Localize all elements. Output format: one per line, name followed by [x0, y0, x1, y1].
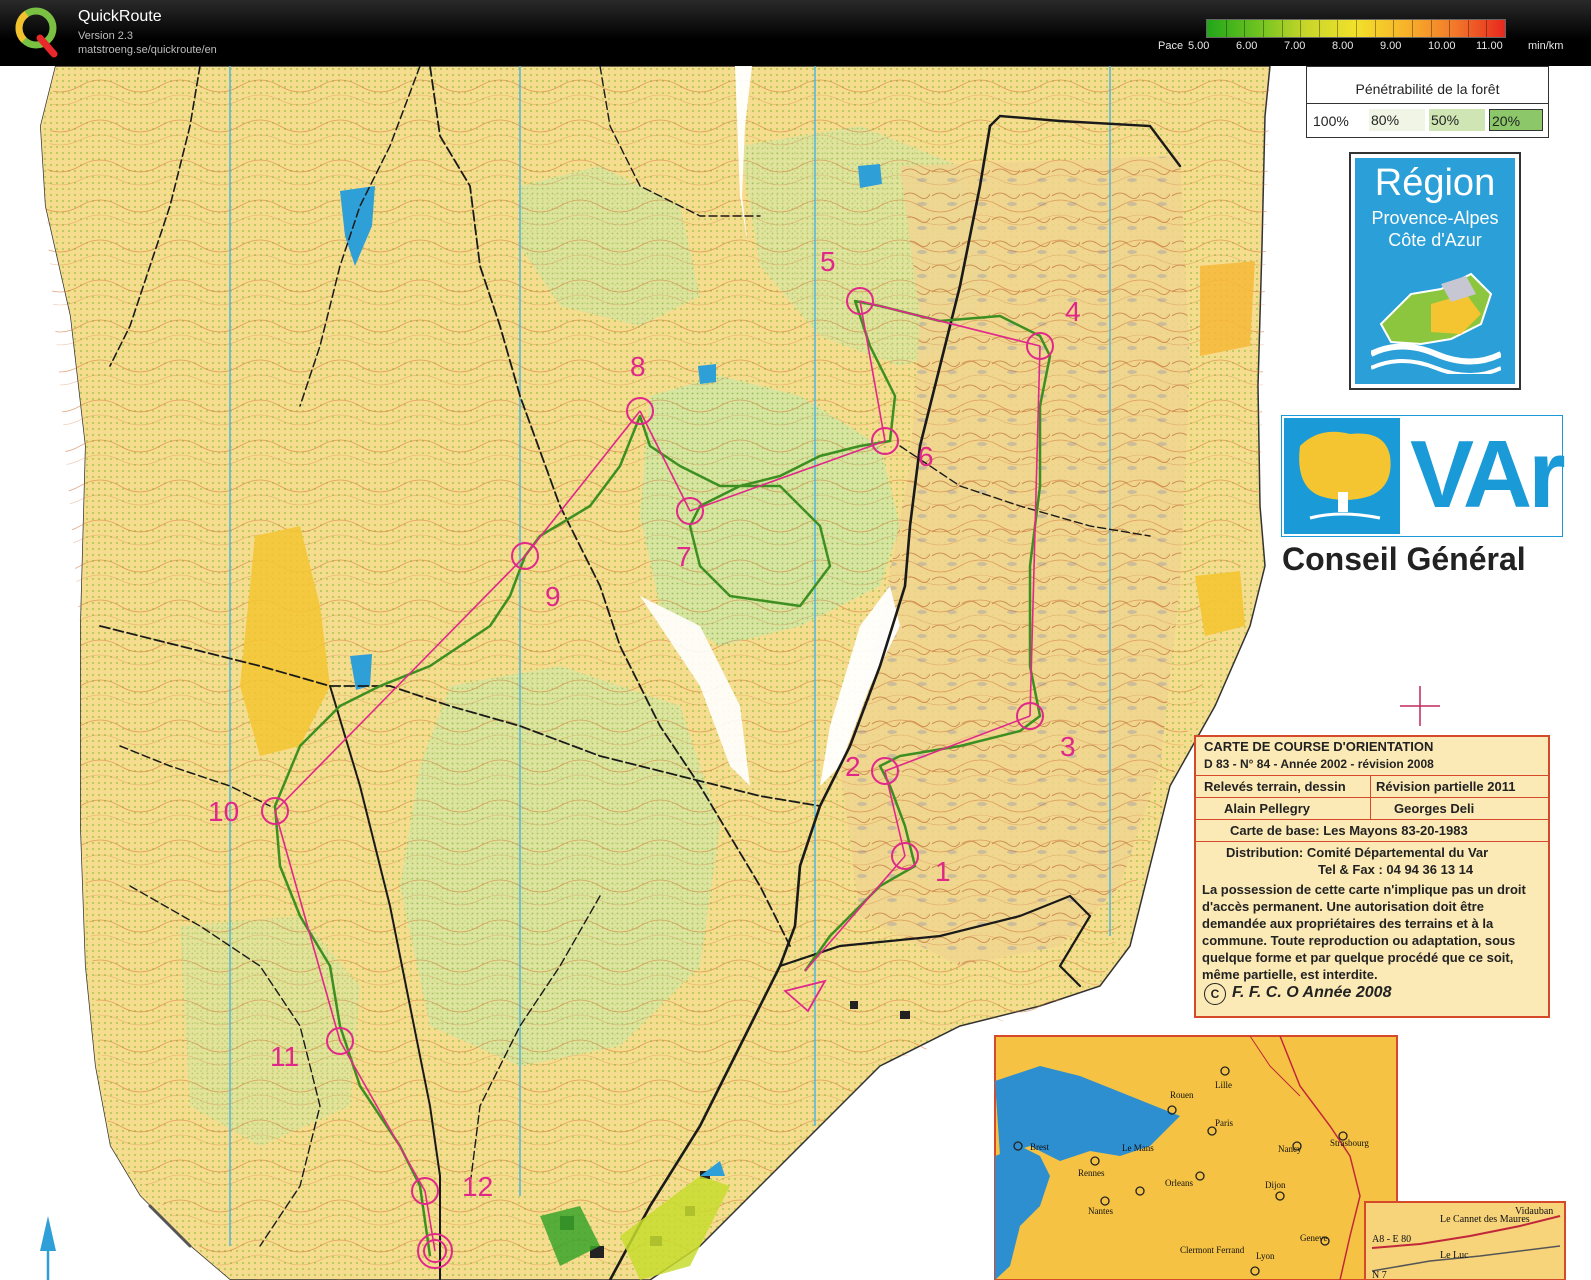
penetrability-title: Pénétrabilité de la forêt [1355, 81, 1500, 97]
svg-text:Paris: Paris [1215, 1118, 1233, 1128]
quickroute-logo-icon [15, 7, 58, 58]
pace-bar-divider [1281, 20, 1283, 37]
svg-text:Le Luc: Le Luc [1440, 1250, 1469, 1261]
pace-unit: min/km [1528, 40, 1564, 52]
pace-bar-divider [1244, 20, 1246, 37]
map-info-box: CARTE DE COURSE D'ORIENTATION D 83 - N° … [1194, 735, 1550, 1018]
svg-text:Nantes: Nantes [1088, 1206, 1113, 1216]
svg-text:Vidauban: Vidauban [1515, 1206, 1553, 1217]
svg-text:Lyon: Lyon [1256, 1251, 1275, 1261]
svg-text:Rennes: Rennes [1078, 1168, 1105, 1178]
svg-text:Lille: Lille [1215, 1080, 1232, 1090]
control-number-9: 9 [545, 581, 561, 612]
info-title-1: CARTE DE COURSE D'ORIENTATION [1204, 739, 1434, 754]
svg-text:Rouen: Rouen [1170, 1090, 1194, 1100]
app-version: Version 2.3 [78, 30, 134, 42]
svg-text:Orleans: Orleans [1165, 1178, 1193, 1188]
svg-text:Strasbourg: Strasbourg [1330, 1138, 1369, 1148]
title-bar: QuickRoute Version 2.3 matstroeng.se/qui… [0, 0, 1591, 66]
pond-1 [858, 164, 882, 188]
road-inset-map: Le Cannet des Maures Vidauban A8 - E 80 … [1364, 1201, 1566, 1280]
svg-text:Geneve: Geneve [1300, 1233, 1327, 1243]
pace-legend: Pace 5.00 6.00 7.00 8.00 9.00 10.00 11.00 min/… [1150, 16, 1590, 56]
pace-bar-divider [1393, 20, 1395, 37]
pond-2 [698, 364, 716, 384]
pace-bar-divider [1467, 20, 1469, 37]
info-notice: La possession de cette carte n'implique … [1202, 882, 1526, 982]
pace-bar-divider [1486, 20, 1488, 37]
svg-text:Clermont Ferrand: Clermont Ferrand [1180, 1245, 1245, 1255]
info-title-2: D 83 - N° 84 - Année 2002 - révision 200… [1204, 757, 1434, 771]
pace-label: Pace [1158, 40, 1184, 52]
control-number-2: 2 [845, 751, 861, 782]
region-map-icon [1371, 272, 1501, 374]
region-title: Région [1374, 162, 1496, 204]
pace-tick-label: 10.00 [1428, 40, 1456, 52]
penetrability-50: 50% [1429, 109, 1485, 131]
pace-bar-divider [1430, 20, 1432, 37]
pace-tick-label: 6.00 [1236, 40, 1258, 52]
pace-color-bar [1206, 19, 1506, 38]
orienteering-map[interactable]: 1 2 3 4 5 6 7 8 9 10 11 12 Lille Rouen B… [0, 66, 1591, 1280]
control-number-5: 5 [820, 246, 836, 277]
pace-bar-divider [1225, 20, 1227, 37]
pace-bar-divider [1356, 20, 1357, 37]
app-url: matstroeng.se/quickroute/en [78, 44, 217, 56]
control-number-1: 1 [935, 856, 951, 887]
app-title: QuickRoute [78, 8, 162, 25]
info-base: Carte de base: Les Mayons 83-20-1983 [1230, 823, 1468, 838]
pace-tick-label: 5.00 [1188, 40, 1210, 52]
copyright-icon: C [1204, 983, 1226, 1005]
pace-bar-divider [1318, 20, 1320, 37]
control-number-4: 4 [1065, 296, 1081, 327]
control-number-8: 8 [630, 351, 646, 382]
info-releves: Relevés terrain, dessin [1204, 779, 1346, 794]
svg-text:Dijon: Dijon [1265, 1180, 1286, 1190]
var-tree-icon [1299, 431, 1391, 520]
var-logo: VAr [1281, 415, 1566, 537]
pace-bar-divider [1262, 20, 1264, 37]
svg-text:Le Mans: Le Mans [1122, 1143, 1154, 1153]
open-area-east [1200, 261, 1255, 356]
info-ffco: F. F. C. O Année 2008 [1232, 984, 1392, 1001]
pace-tick-label: 9.00 [1380, 40, 1402, 52]
info-revision: Révision partielle 2011 [1376, 779, 1516, 794]
conseil-general-title: Conseil Général [1282, 541, 1526, 577]
pace-bar-divider [1449, 20, 1451, 37]
pace-tick-label: 8.00 [1332, 40, 1354, 52]
pace-bar-divider [1300, 20, 1302, 37]
penetrability-100: 100% [1313, 113, 1349, 129]
penetrability-legend: Pénétrabilité de la forêt 100% 80% 50% 2… [1306, 66, 1549, 138]
control-number-6: 6 [918, 441, 934, 472]
svg-text:N 7: N 7 [1372, 1270, 1387, 1280]
pace-bar-divider [1374, 20, 1376, 37]
svg-text:Brest: Brest [1030, 1142, 1049, 1152]
control-number-10: 10 [208, 796, 239, 827]
control-number-3: 3 [1060, 731, 1076, 762]
info-author-1: Alain Pellegry [1224, 801, 1310, 816]
region-logo: Région Provence-Alpes Côte d'Azur [1349, 152, 1521, 390]
france-inset-map: Lille Rouen Brest Le Mans Paris Nancy St… [994, 1035, 1398, 1280]
svg-text:A8 - E 80: A8 - E 80 [1372, 1234, 1411, 1245]
var-wordmark: VAr [1410, 421, 1566, 528]
penetrability-80: 80% [1369, 109, 1425, 131]
pace-tick-label: 11.00 [1476, 40, 1503, 52]
info-phone: Tel & Fax : 04 94 36 13 14 [1318, 862, 1474, 877]
info-author-2: Georges Deli [1394, 801, 1475, 816]
region-subtitle-2: Côte d'Azur [1388, 230, 1482, 250]
control-number-7: 7 [676, 541, 692, 572]
pace-tick-label: 7.00 [1284, 40, 1306, 52]
info-distribution: Distribution: Comité Départemental du Va… [1226, 845, 1489, 860]
pace-bar-divider [1411, 20, 1413, 37]
control-number-11: 11 [270, 1041, 299, 1072]
svg-text:Nancy: Nancy [1278, 1144, 1302, 1154]
region-subtitle-1: Provence-Alpes [1371, 208, 1499, 228]
control-number-12: 12 [462, 1171, 493, 1202]
pace-bar-divider [1337, 20, 1339, 37]
penetrability-20: 20% [1489, 109, 1543, 131]
